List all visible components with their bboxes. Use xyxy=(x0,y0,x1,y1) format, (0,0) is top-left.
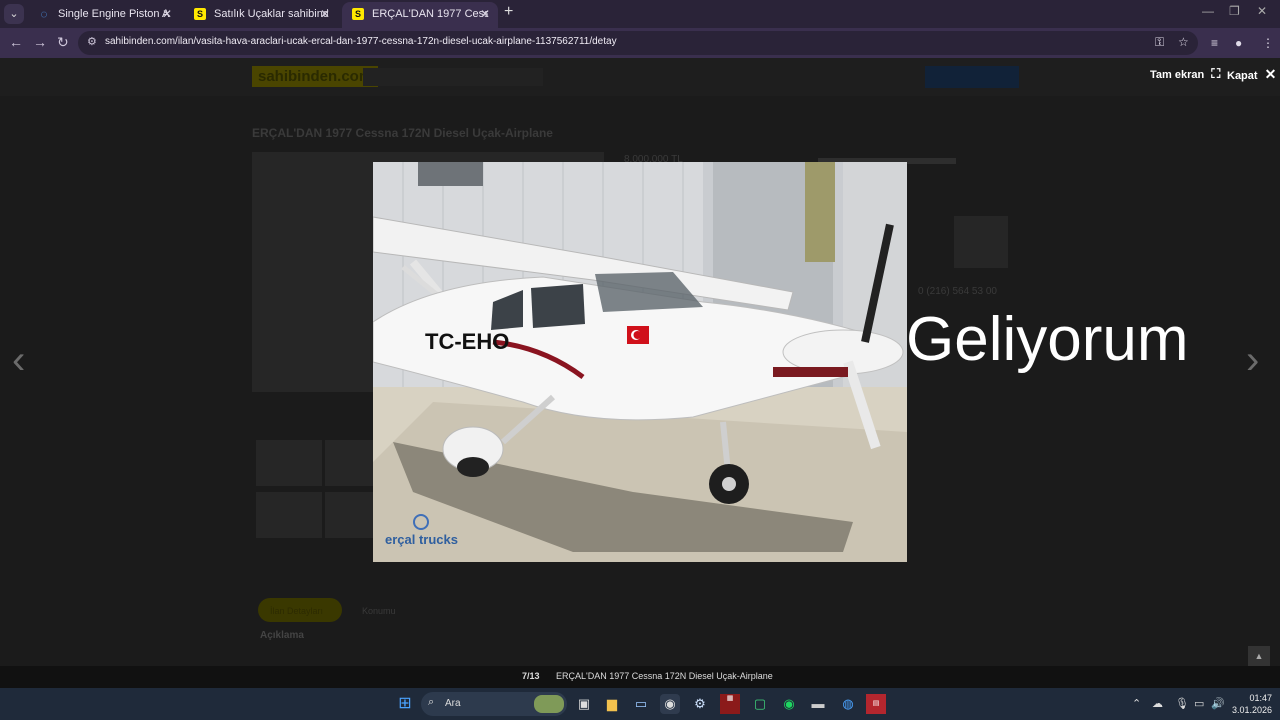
microphone-icon[interactable]: 🎙 xyxy=(1175,697,1189,710)
reload-icon[interactable]: ↻ xyxy=(57,34,69,51)
search-highlight-image xyxy=(534,695,564,713)
listing-title: ERÇAL'DAN 1977 Cessna 172N Diesel Uçak-A… xyxy=(252,126,553,140)
close-label: Kapat xyxy=(1227,70,1258,82)
profile-avatar-icon[interactable]: ● xyxy=(1235,36,1242,50)
photo-caption: ERÇAL'DAN 1977 Cessna 172N Diesel Uçak-A… xyxy=(556,671,773,681)
cessna-photo-illustration: TC-EHO erçal trucks xyxy=(373,162,907,562)
overlay-text: Geliyorum xyxy=(906,305,1189,374)
fullscreen-label: Tam ekran xyxy=(1150,69,1205,81)
maximize-button[interactable]: ❐ xyxy=(1229,4,1240,18)
tab-strip: ⌄ ◌ Single Engine Piston Aircraft Fo ✕ S… xyxy=(0,0,1280,28)
browser-window: ⌄ ◌ Single Engine Piston Aircraft Fo ✕ S… xyxy=(0,0,1280,720)
lightbox-caption-bar: 7/13 ERÇAL'DAN 1977 Cessna 172N Diesel U… xyxy=(0,646,1280,688)
more-menu-icon[interactable]: ⋮ xyxy=(1262,36,1274,50)
tab-satilik-ucaklar[interactable]: S Satılık Uçaklar sahibinden.com' ✕ xyxy=(184,2,338,28)
back-icon[interactable]: ← xyxy=(9,34,23,50)
sahibinden-favicon-icon: S xyxy=(194,8,206,20)
search-icon: ⌕ xyxy=(428,696,435,708)
url-text: sahibinden.com/ilan/vasita-hava-araclari… xyxy=(105,36,617,47)
close-icon[interactable]: ✕ xyxy=(320,2,330,26)
fullscreen-button[interactable]: Tam ekran ⛶ xyxy=(1150,66,1220,82)
tab-title: Satılık Uçaklar sahibinden.com' xyxy=(214,8,328,20)
thumb-ghost xyxy=(256,492,322,538)
tab-search-icon[interactable]: ⌄ xyxy=(4,4,24,24)
forward-icon[interactable]: → xyxy=(33,34,47,50)
window-close-button[interactable]: ✕ xyxy=(1257,4,1267,18)
description-heading: Açıklama xyxy=(260,630,304,641)
photo-watermark-text: erçal trucks xyxy=(385,532,458,547)
close-icon: ✕ xyxy=(1264,66,1277,82)
close-icon[interactable]: ✕ xyxy=(162,2,172,26)
taskbar-search[interactable]: ⌕ Ara xyxy=(421,692,567,716)
address-bar[interactable]: ⚙ sahibinden.com/ilan/vasita-hava-aracla… xyxy=(78,31,1198,55)
fullscreen-icon: ⛶ xyxy=(1211,66,1221,81)
thumb-ghost xyxy=(325,440,373,486)
steam-icon[interactable]: ⚙ xyxy=(690,694,710,714)
site-search-input[interactable] xyxy=(363,68,543,86)
lightbox-photo: TC-EHO erçal trucks xyxy=(373,162,907,562)
seller-phone: 0 (216) 564 53 00 xyxy=(918,286,997,297)
network-icon[interactable]: ▭ xyxy=(1194,697,1204,710)
thumb-ghost xyxy=(325,492,373,538)
tab-title: Single Engine Piston Aircraft Fo xyxy=(58,8,170,20)
tab-cessna-listing[interactable]: S ERÇAL'DAN 1977 Cessna 172N ✕ xyxy=(342,2,498,28)
sahibinden-favicon-icon: S xyxy=(352,8,364,20)
site-logo[interactable]: sahibinden.com xyxy=(252,66,379,87)
file-explorer-icon[interactable]: ▆ xyxy=(602,694,622,714)
post-listing-button[interactable] xyxy=(925,66,1019,88)
app-window-icon[interactable]: ▭ xyxy=(631,694,651,714)
spotify-icon[interactable]: ◉ xyxy=(779,694,799,714)
site-header: sahibinden.com xyxy=(0,58,1280,96)
scroll-top-icon[interactable]: ▲ xyxy=(1248,646,1270,666)
chrome-icon[interactable]: ◍ xyxy=(838,694,858,714)
bookmark-star-icon[interactable]: ☆ xyxy=(1178,35,1189,49)
clock-date: 3.01.2026 xyxy=(1232,705,1273,715)
site-info-icon[interactable]: ⚙ xyxy=(87,35,97,48)
browser-toolbar: ← → ↻ ⚙ sahibinden.com/ilan/vasita-hava-… xyxy=(0,28,1280,58)
photo-counter: 7/13 xyxy=(522,671,540,681)
loading-icon: ◌ xyxy=(40,7,48,21)
obs-icon[interactable]: ◉ xyxy=(660,694,680,714)
seller-avatar-ghost xyxy=(954,216,1008,268)
thumb-ghost xyxy=(256,440,322,486)
media-controls-icon[interactable]: ≡ xyxy=(1211,36,1218,50)
taskbar-search-label: Ara xyxy=(445,698,461,709)
lightbox-close-button[interactable]: Kapat ✕ xyxy=(1227,66,1276,83)
app-icon[interactable]: ▬ xyxy=(808,694,828,714)
volume-icon[interactable]: 🔊 xyxy=(1211,697,1225,710)
prev-photo-arrow-icon[interactable]: ‹ xyxy=(12,338,25,383)
tab-details[interactable]: İlan Detayları xyxy=(270,606,323,616)
tab-aircraft-forum[interactable]: ◌ Single Engine Piston Aircraft Fo ✕ xyxy=(28,2,180,28)
windows-taskbar: ⊞ ⌕ Ara ▣ ▆ ▭ ◉ ⚙ ▦ ▢ ◉ ▬ ◍ ▤ ⌃ ☁ 🎙 ▭ 🔊 … xyxy=(0,688,1280,720)
tray-overflow-icon[interactable]: ⌃ xyxy=(1132,697,1141,710)
next-photo-arrow-icon[interactable]: › xyxy=(1246,338,1259,383)
registration-text: TC-EHO xyxy=(425,329,509,354)
new-tab-button[interactable]: + xyxy=(504,3,513,21)
close-icon[interactable]: ✕ xyxy=(480,2,490,26)
tab-title: ERÇAL'DAN 1977 Cessna 172N xyxy=(372,8,488,20)
game-app-icon[interactable]: ▦ xyxy=(720,694,740,714)
taskbar-clock[interactable]: 01:47 3.01.2026 xyxy=(1232,692,1272,716)
game-icon[interactable]: ▤ xyxy=(866,694,886,714)
minimize-button[interactable]: — xyxy=(1202,4,1214,18)
password-key-icon[interactable]: ⚿ xyxy=(1155,35,1164,50)
tab-location[interactable]: Konumu xyxy=(362,606,396,616)
onedrive-cloud-icon[interactable]: ☁ xyxy=(1152,697,1163,710)
clock-time: 01:47 xyxy=(1249,693,1273,703)
start-windows-icon[interactable]: ⊞ xyxy=(395,694,415,714)
xbox-icon[interactable]: ▢ xyxy=(750,694,770,714)
task-view-icon[interactable]: ▣ xyxy=(574,694,594,714)
